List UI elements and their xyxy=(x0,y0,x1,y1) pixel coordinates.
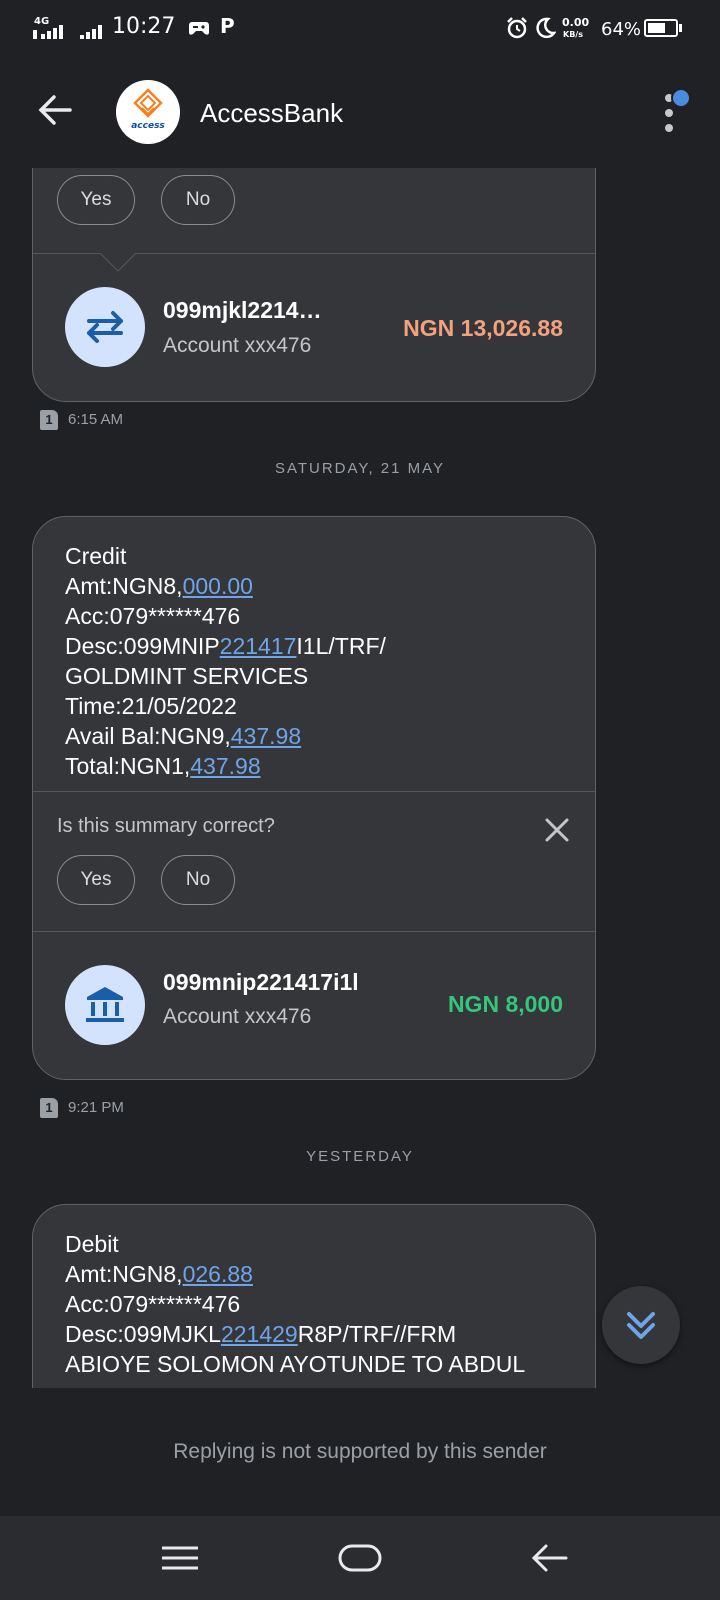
net-speed-unit: KB/s xyxy=(563,30,583,39)
message-type: Debit xyxy=(65,1231,119,1257)
number-link[interactable]: 026.88 xyxy=(183,1261,253,1287)
signal-2-icon xyxy=(80,25,102,39)
clock: 10:27 xyxy=(112,14,176,39)
transaction-account: Account xxx476 xyxy=(163,1005,312,1028)
more-dot xyxy=(665,109,673,117)
transaction-account: Account xxx476 xyxy=(163,334,312,357)
amount-line: Amt:NGN8,026.88 xyxy=(65,1261,253,1287)
scroll-to-bottom-button[interactable] xyxy=(602,1286,680,1364)
number-link[interactable]: 437.98 xyxy=(231,723,301,749)
game-controller-icon xyxy=(189,22,209,35)
divider xyxy=(33,791,595,792)
number-link[interactable]: 221417 xyxy=(220,633,297,659)
logo-text: access xyxy=(131,121,165,131)
close-icon[interactable] xyxy=(543,816,571,844)
more-dot xyxy=(665,124,673,132)
number-link[interactable]: 000.00 xyxy=(183,573,253,599)
signal-1-icon xyxy=(33,25,63,39)
message-list[interactable]: Yes No 099mjkl2214… Account xxx476 NGN 1… xyxy=(0,168,720,1388)
time-line: Time:21/05/2022 xyxy=(65,693,237,719)
account-line: Acc:079******476 xyxy=(65,1291,241,1317)
date-separator: YESTERDAY xyxy=(306,1148,414,1165)
message-body[interactable]: Credit Amt:NGN8,000.00 Acc:079******476 … xyxy=(65,541,386,781)
summary-no-button[interactable]: No xyxy=(161,175,235,225)
summary-yes-button[interactable]: Yes xyxy=(57,175,135,225)
amount-line: Amt:NGN8,000.00 xyxy=(65,573,253,599)
notification-badge xyxy=(671,88,691,108)
message-bubble[interactable]: Yes No 099mjkl2214… Account xxx476 NGN 1… xyxy=(32,168,596,402)
message-body[interactable]: Debit Amt:NGN8,026.88 Acc:079******476 D… xyxy=(65,1229,525,1379)
app-bar: access AccessBank xyxy=(0,58,720,168)
battery-tip xyxy=(679,24,682,32)
conversation-title: AccessBank xyxy=(200,98,344,128)
transaction-amount: NGN 8,000 xyxy=(447,991,563,1017)
description-line-2: ABIOYE SOLOMON AYOTUNDE TO ABDUL xyxy=(65,1351,526,1377)
summary-question: Is this summary correct? xyxy=(57,815,275,837)
transaction-amount: NGN 13,026.88 xyxy=(403,315,563,341)
sim-1-icon: 1 xyxy=(40,1098,58,1118)
summary-no-button[interactable]: No xyxy=(161,855,235,905)
available-balance-line: Avail Bal:NGN9,437.98 xyxy=(65,723,302,749)
transfer-icon xyxy=(65,287,145,367)
access-logo-icon xyxy=(133,88,163,118)
double-chevron-down-icon xyxy=(627,1312,655,1339)
alarm-icon xyxy=(507,17,527,39)
date-separator: SATURDAY, 21 MAY xyxy=(274,460,446,477)
transaction-title: 099mnip221417i1l xyxy=(163,969,359,995)
battery-fill xyxy=(648,23,665,33)
menu-icon[interactable] xyxy=(150,1538,210,1578)
divider xyxy=(33,931,595,932)
number-link[interactable]: 437.98 xyxy=(190,753,260,779)
battery-percent: 64% xyxy=(601,19,642,40)
number-link[interactable]: 221429 xyxy=(221,1321,298,1347)
bank-icon xyxy=(65,965,145,1045)
back-nav-icon[interactable] xyxy=(520,1538,580,1578)
more-options-button[interactable] xyxy=(656,88,692,138)
account-line: Acc:079******476 xyxy=(65,603,241,629)
reply-not-supported-note: Replying is not supported by this sender xyxy=(173,1440,547,1463)
battery-icon xyxy=(644,19,678,37)
total-line: Total:NGN1,437.98 xyxy=(65,753,261,779)
access-bank-logo: access xyxy=(116,80,180,144)
pointer-notch xyxy=(99,253,137,272)
message-time: 6:15 AM xyxy=(68,411,124,428)
parking-icon: P xyxy=(220,14,235,38)
do-not-disturb-moon-icon xyxy=(536,17,556,39)
system-nav-bar xyxy=(0,1516,720,1600)
description-line: Desc:099MNIP221417I1L/TRF/ xyxy=(65,633,386,659)
message-time: 9:21 PM xyxy=(68,1099,124,1116)
description-line: Desc:099MJKL221429R8P/TRF//FRM xyxy=(65,1321,457,1347)
home-icon[interactable] xyxy=(330,1538,390,1578)
status-bar: 4G 10:27 P 0.00 KB/s 64% xyxy=(0,0,720,58)
net-speed-value: 0.00 xyxy=(562,16,590,29)
message-bubble[interactable]: Debit Amt:NGN8,026.88 Acc:079******476 D… xyxy=(32,1204,596,1388)
description-line-2: GOLDMINT SERVICES xyxy=(65,663,309,689)
transaction-title: 099mjkl2214… xyxy=(163,297,322,323)
message-bubble[interactable]: Credit Amt:NGN8,000.00 Acc:079******476 … xyxy=(32,516,596,1080)
summary-yes-button[interactable]: Yes xyxy=(57,855,135,905)
sim-1-icon: 1 xyxy=(40,410,58,430)
back-arrow-icon[interactable] xyxy=(34,88,78,132)
message-type: Credit xyxy=(65,543,127,569)
